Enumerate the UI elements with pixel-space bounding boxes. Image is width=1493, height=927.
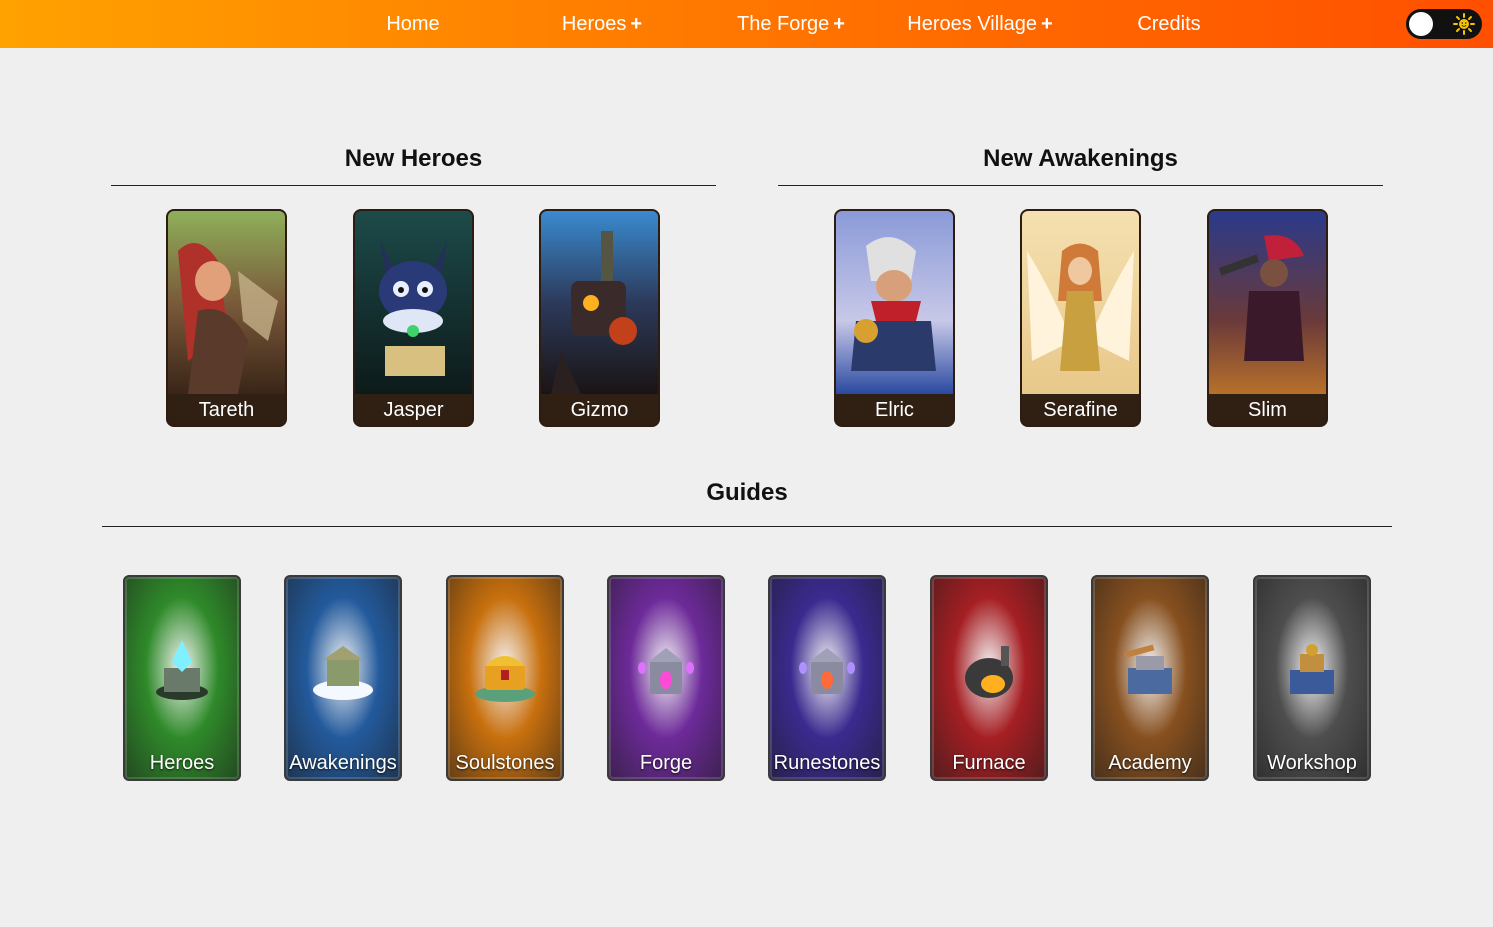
nav-home-label: Home [386, 13, 440, 35]
plus-icon: + [833, 13, 845, 35]
nav-village-label: Heroes Village [907, 13, 1038, 35]
sun-icon [1453, 13, 1475, 35]
hero-name: Slim [1209, 394, 1326, 425]
section-divider [102, 526, 1392, 527]
nav-credits-label: Credits [1137, 13, 1201, 35]
guide-label: Awakenings [289, 752, 397, 774]
guide-card-awakenings[interactable]: Awakenings [284, 575, 402, 781]
guide-label: Academy [1108, 752, 1192, 774]
guide-card-furnace[interactable]: Furnace [930, 575, 1048, 781]
nav-forge-label: The Forge [737, 13, 830, 35]
plus-icon: + [1041, 13, 1053, 35]
forge-tower-icon [638, 648, 694, 694]
guide-card-heroes[interactable]: Heroes [123, 575, 241, 781]
awakening-card-serafine[interactable]: Serafine [1020, 209, 1141, 427]
hero-name: Elric [836, 394, 953, 425]
hero-card-tareth[interactable]: Tareth [166, 209, 287, 427]
hero-card-gizmo[interactable]: Gizmo [539, 209, 660, 427]
new-awakenings-title: New Awakenings [983, 145, 1178, 172]
guide-label: Forge [639, 752, 693, 774]
cloud-temple-icon [313, 646, 373, 700]
treasure-chest-icon [475, 656, 535, 702]
hero-portrait [541, 211, 658, 394]
toggle-knob [1409, 12, 1433, 36]
hero-portrait [168, 211, 285, 394]
guide-card-workshop[interactable]: Workshop [1253, 575, 1371, 781]
guide-label: Runestones [773, 752, 881, 774]
nav-heroes-label: Heroes [561, 13, 627, 35]
nav-home[interactable]: Home [386, 0, 439, 48]
hero-name: Gizmo [541, 394, 658, 425]
nav-credits[interactable]: Credits [1137, 0, 1200, 48]
guide-card-forge[interactable]: Forge [607, 575, 725, 781]
guide-card-academy[interactable]: Academy [1091, 575, 1209, 781]
top-navbar: Home Heroes + The Forge + Heroes Village + … [0, 0, 1493, 48]
crystal-shrine-icon [156, 640, 208, 700]
guide-label: Soulstones [455, 752, 555, 774]
awakening-card-slim[interactable]: Slim [1207, 209, 1328, 427]
hero-card-jasper[interactable]: Jasper [353, 209, 474, 427]
hero-portrait [836, 211, 953, 394]
guide-card-runestones[interactable]: Runestones [768, 575, 886, 781]
section-divider [778, 185, 1383, 186]
section-divider [111, 185, 716, 186]
new-heroes-title: New Heroes [344, 145, 483, 172]
hero-name: Serafine [1022, 394, 1139, 425]
theme-toggle[interactable] [1406, 9, 1482, 39]
nav-heroes[interactable]: Heroes + [562, 0, 642, 48]
nav-the-forge[interactable]: The Forge + [737, 0, 845, 48]
guides-title: Guides [706, 479, 788, 506]
workshop-building-icon [1290, 644, 1334, 694]
guide-card-soulstones[interactable]: Soulstones [446, 575, 564, 781]
hero-portrait [355, 211, 472, 394]
academy-building-icon [1123, 644, 1172, 694]
guide-label: Furnace [952, 752, 1026, 774]
hero-portrait [1209, 211, 1326, 394]
nav-heroes-village[interactable]: Heroes Village + [907, 0, 1052, 48]
furnace-icon [965, 646, 1013, 698]
guide-label: Workshop [1267, 752, 1357, 774]
hero-name: Tareth [168, 394, 285, 425]
hero-portrait [1022, 211, 1139, 394]
plus-icon: + [630, 13, 643, 35]
hero-name: Jasper [355, 394, 472, 425]
rune-tower-icon [799, 648, 855, 694]
awakening-card-elric[interactable]: Elric [834, 209, 955, 427]
guide-label: Heroes [149, 752, 215, 774]
